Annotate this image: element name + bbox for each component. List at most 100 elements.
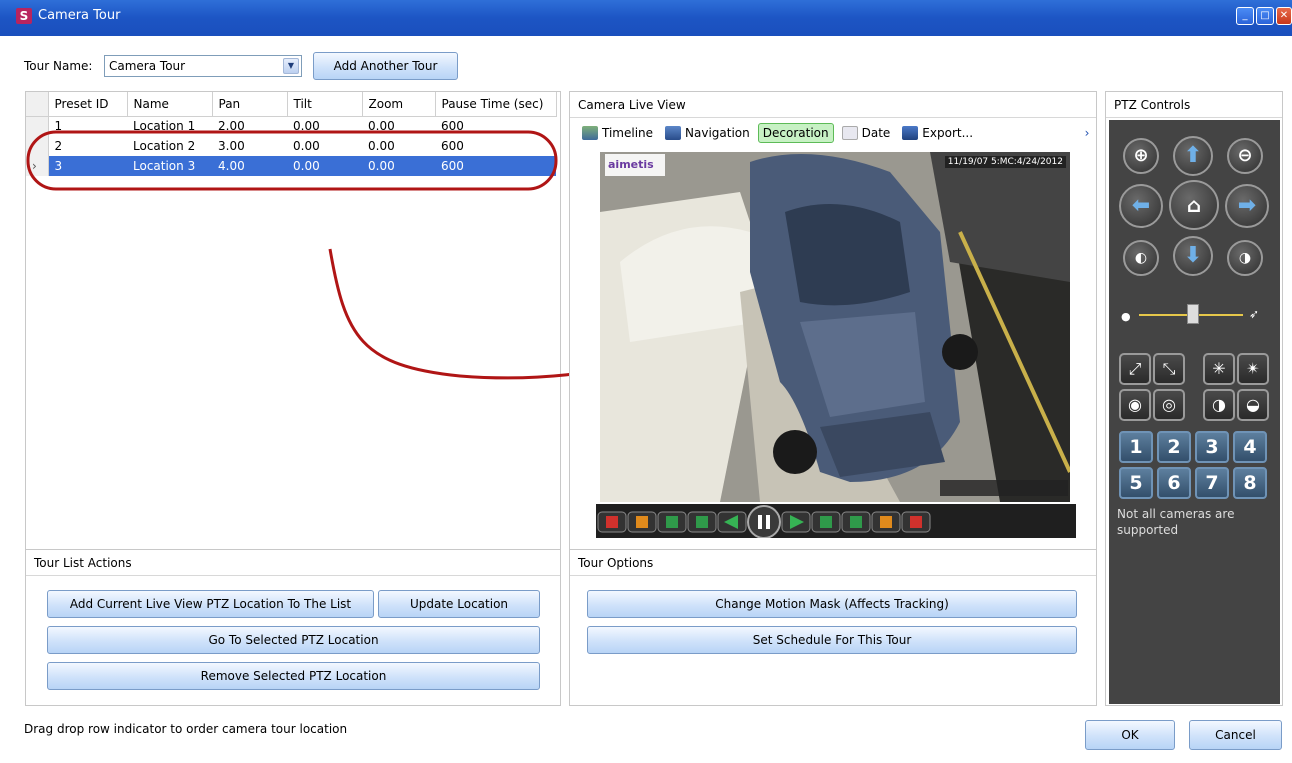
- focus-far-icon[interactable]: ◑: [1227, 240, 1263, 276]
- cell-zoom: 0.00: [362, 156, 435, 176]
- timeline-label: Timeline: [602, 126, 654, 140]
- go-to-location-button[interactable]: Go To Selected PTZ Location: [47, 626, 540, 654]
- expand-icon[interactable]: ⤢: [1119, 353, 1151, 385]
- decoration-label: Decoration: [762, 126, 829, 140]
- drag-hint-text: Drag drop row indicator to order camera …: [24, 722, 348, 736]
- rabbit-icon: ➶: [1249, 307, 1260, 321]
- export-label: Export...: [922, 126, 974, 140]
- cell-name: Location 2: [133, 139, 196, 153]
- zoom-in-icon[interactable]: ⊕: [1123, 138, 1159, 174]
- row-header-corner: [26, 92, 49, 117]
- aimetis-logo: aimetis: [608, 158, 654, 171]
- save-icon: [902, 126, 919, 140]
- focus-manual-icon[interactable]: ◎: [1153, 389, 1185, 421]
- preset-button-1[interactable]: 1: [1119, 431, 1153, 463]
- dialog-body: Tour Name: Camera Tour ▼ Add Another Tou…: [0, 36, 1292, 763]
- navigation-button[interactable]: Navigation: [661, 124, 754, 142]
- tour-name-combo[interactable]: Camera Tour ▼: [104, 55, 302, 77]
- pan-left-icon[interactable]: ⬅: [1119, 184, 1163, 228]
- cell-preset-id: 1: [54, 119, 63, 134]
- camera-video-feed[interactable]: aimetis 11/19/07 5:MC:4/24/2012: [600, 152, 1070, 502]
- cell-pause-time: 600: [441, 139, 464, 153]
- pan-down-icon[interactable]: ⬇: [1173, 236, 1213, 276]
- export-button[interactable]: Export...: [898, 124, 977, 142]
- column-header[interactable]: Pan: [212, 92, 288, 117]
- ptz-controls-panel: PTZ Controls ⊕ ⬆ ⊖ ⬅ ⌂ ➡ ◐ ⬇ ◑ ● ➶ ⤢ ⤡ ✳…: [1105, 91, 1283, 706]
- pan-up-icon[interactable]: ⬆: [1173, 136, 1213, 176]
- minimize-button[interactable]: _: [1236, 7, 1254, 25]
- update-location-button[interactable]: Update Location: [378, 590, 540, 618]
- window-title: Camera Tour: [38, 8, 121, 23]
- focus-auto-icon[interactable]: ◉: [1119, 389, 1151, 421]
- column-header[interactable]: Tilt: [287, 92, 363, 117]
- column-header[interactable]: Pause Time (sec): [435, 92, 557, 117]
- preset-button-8[interactable]: 8: [1233, 467, 1267, 499]
- close-button[interactable]: ✕: [1276, 7, 1292, 25]
- preset-button-6[interactable]: 6: [1157, 467, 1191, 499]
- brightness-up-icon[interactable]: ◑: [1203, 389, 1235, 421]
- decoration-button[interactable]: Decoration: [757, 123, 834, 143]
- maximize-button[interactable]: □: [1256, 7, 1274, 25]
- preset-button-4[interactable]: 4: [1233, 431, 1267, 463]
- preset-table-panel: Preset ID Name Pan Tilt Zoom Pause Time …: [25, 91, 561, 574]
- pan-right-icon[interactable]: ➡: [1225, 184, 1269, 228]
- preset-button-3[interactable]: 3: [1195, 431, 1229, 463]
- focus-near-icon[interactable]: ◐: [1123, 240, 1159, 276]
- speed-slider-thumb[interactable]: [1187, 304, 1199, 324]
- add-another-tour-button[interactable]: Add Another Tour: [313, 52, 458, 80]
- cell-name: Location 3: [127, 156, 212, 176]
- camera-live-view-panel: Camera Live View Timeline Navigation Dec…: [569, 91, 1097, 574]
- app-icon: S: [16, 8, 32, 24]
- playback-button-row[interactable]: [597, 505, 931, 539]
- cancel-button[interactable]: Cancel: [1189, 720, 1282, 750]
- timeline-button[interactable]: Timeline: [578, 124, 657, 142]
- cell-preset-id: 3: [48, 156, 127, 176]
- ptz-control-area: ⊕ ⬆ ⊖ ⬅ ⌂ ➡ ◐ ⬇ ◑ ● ➶ ⤢ ⤡ ✳ ✴ ◉ ◎ ◑ ◒ 1 …: [1109, 120, 1280, 704]
- change-motion-mask-button[interactable]: Change Motion Mask (Affects Tracking): [587, 590, 1077, 618]
- cell-tilt: 0.00: [293, 119, 320, 134]
- column-header[interactable]: Zoom: [362, 92, 436, 117]
- camera-image: [600, 152, 1070, 502]
- preset-button-7[interactable]: 7: [1195, 467, 1229, 499]
- add-current-location-button[interactable]: Add Current Live View PTZ Location To Th…: [47, 590, 374, 618]
- cell-name: Location 1: [133, 119, 196, 134]
- iris-close-icon[interactable]: ✴: [1237, 353, 1269, 385]
- tour-name-label: Tour Name:: [24, 59, 93, 73]
- date-button[interactable]: Date: [838, 124, 895, 142]
- row-indicator[interactable]: [26, 136, 49, 156]
- ok-button[interactable]: OK: [1085, 720, 1175, 750]
- set-schedule-button[interactable]: Set Schedule For This Tour: [587, 626, 1077, 654]
- row-indicator[interactable]: [26, 116, 49, 136]
- table-row-selected[interactable]: › 3 Location 3 4.00 0.00 0.00 600: [26, 156, 556, 176]
- tour-list-actions-header: Tour List Actions: [26, 550, 560, 576]
- toolbar-scroll-right-icon[interactable]: ›: [1080, 124, 1094, 142]
- navigation-label: Navigation: [685, 126, 750, 140]
- collapse-icon[interactable]: ⤡: [1153, 353, 1185, 385]
- turtle-icon: ●: [1121, 310, 1131, 323]
- video-timestamp: 11/19/07 5:MC:4/24/2012: [944, 156, 1066, 168]
- tour-options-panel: Tour Options Change Motion Mask (Affects…: [569, 549, 1097, 706]
- live-view-toolbar: Timeline Navigation Decoration Date Expo…: [570, 118, 1096, 148]
- calendar-icon: [841, 126, 858, 140]
- column-header[interactable]: Name: [127, 92, 213, 117]
- preset-button-2[interactable]: 2: [1157, 431, 1191, 463]
- tour-options-header: Tour Options: [570, 550, 1096, 576]
- live-view-header: Camera Live View: [570, 92, 1096, 118]
- table-row[interactable]: 2 Location 2 3.00 0.00 0.00 600: [26, 136, 556, 156]
- iris-open-icon[interactable]: ✳: [1203, 353, 1235, 385]
- table-row[interactable]: 1 Location 1 2.00 0.00 0.00 600: [26, 116, 556, 136]
- cell-pause-time: 600: [441, 119, 464, 134]
- chevron-down-icon[interactable]: ▼: [283, 58, 299, 74]
- row-drag-indicator[interactable]: ›: [26, 156, 49, 176]
- cell-zoom: 0.00: [368, 119, 395, 134]
- cell-preset-id: 2: [54, 139, 63, 153]
- column-header[interactable]: Preset ID: [48, 92, 128, 117]
- tour-name-value: Camera Tour: [109, 59, 186, 73]
- home-icon[interactable]: ⌂: [1169, 180, 1219, 230]
- zoom-out-icon[interactable]: ⊖: [1227, 138, 1263, 174]
- remove-location-button[interactable]: Remove Selected PTZ Location: [47, 662, 540, 690]
- brightness-down-icon[interactable]: ◒: [1237, 389, 1269, 421]
- preset-button-5[interactable]: 5: [1119, 467, 1153, 499]
- navigation-icon: [665, 126, 682, 140]
- date-label: Date: [861, 126, 891, 140]
